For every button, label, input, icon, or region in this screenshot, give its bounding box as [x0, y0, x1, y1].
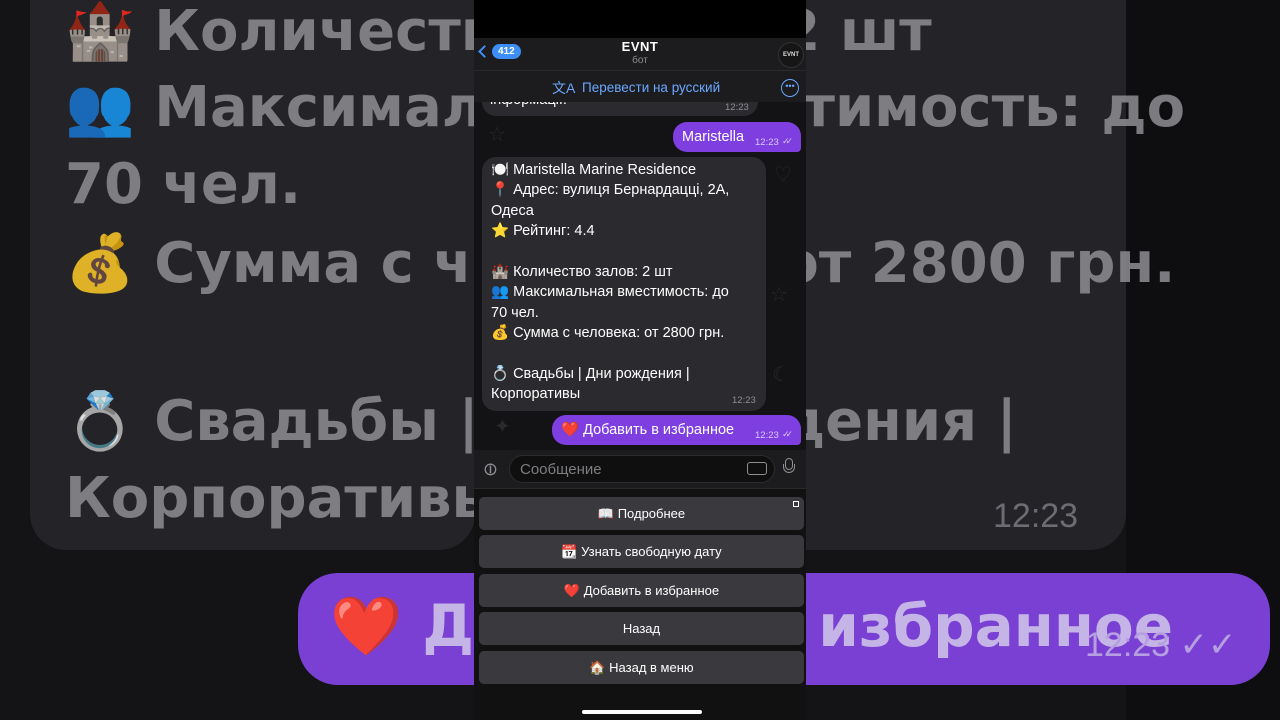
pattern-star-icon: ☆ — [488, 124, 506, 146]
bg-outgoing-time: 12:23 ✓✓ — [1085, 626, 1237, 664]
message-text: Maristella — [682, 129, 745, 145]
pattern-star-icon: ☆ — [770, 284, 788, 306]
message-time: 12:23 — [725, 102, 749, 113]
venue-rating: ⭐ Рейтинг: 4.4 — [491, 223, 595, 240]
venue-price: 💰 Сумма с человека: от 2800 грн. — [491, 325, 725, 342]
venue-halls: 🏰 Количество залов: 2 шт — [491, 263, 673, 280]
message-input-bar: ⊘ — [474, 450, 806, 488]
back-button-keyboard[interactable]: Назад — [479, 612, 804, 645]
pattern-heart-icon: ♡ — [774, 164, 792, 186]
venue-address-city: Одеса — [491, 202, 534, 219]
bot-reply-keyboard: 📖 Подробнее 📆 Узнать свободную дату ❤️ Д… — [474, 488, 806, 720]
chat-title: EVNT — [621, 39, 659, 54]
read-checkmarks-icon: ✓✓ — [782, 429, 793, 439]
bg-line-events-2: Корпоративы — [65, 466, 503, 531]
venue-capacity-value: 70 чел. — [491, 304, 539, 321]
translate-bar[interactable]: 文A Перевести на русский ••• — [474, 70, 806, 102]
phone-screen: 412 EVNT бот EVNT 文A Перевести на русски… — [474, 0, 806, 720]
home-indicator[interactable] — [582, 710, 702, 714]
pattern-star-icon: ✦ — [494, 416, 511, 438]
translate-label: Перевести на русский — [582, 80, 721, 95]
venue-events-2: Корпоративы — [491, 386, 581, 403]
add-favorite-button[interactable]: ❤️ Добавить в избранное — [479, 574, 804, 607]
venue-capacity: 👥 Максимальная вместимость: до — [491, 284, 729, 301]
venue-events: 💍 Свадьбы | Дни рождения | — [491, 365, 690, 382]
venue-name: 🍽️ Maristella Marine Residence — [491, 162, 697, 178]
chat-subtitle: бот — [632, 55, 648, 66]
bot-keyboard-icon[interactable] — [747, 462, 767, 475]
venue-info-body: 🍽️ Maristella Marine Residence 📍 Адрес: … — [491, 160, 729, 405]
message-text: інформації: — [490, 102, 567, 110]
message-time: 12:23 — [755, 430, 779, 441]
check-date-button[interactable]: 📆 Узнать свободную дату — [479, 535, 804, 568]
message-time: 12:23 — [732, 395, 756, 406]
paperclip-icon[interactable]: ⊘ — [478, 457, 504, 483]
message-input[interactable] — [509, 455, 775, 483]
venue-info-message: 🍽️ Maristella Marine Residence 📍 Адрес: … — [482, 157, 766, 411]
chat-title-block[interactable]: EVNT бот — [474, 39, 806, 66]
translate-icon: 文A — [552, 80, 576, 96]
message-text: ❤️ Добавить в избранное — [561, 422, 735, 438]
more-icon[interactable]: ••• — [781, 79, 799, 97]
details-button[interactable]: 📖 Подробнее — [479, 497, 804, 530]
message-time: 12:23 — [755, 137, 779, 148]
pattern-moon-icon: ☾ — [772, 364, 790, 386]
microphone-icon[interactable] — [783, 458, 795, 476]
bot-avatar[interactable]: EVNT — [778, 42, 804, 68]
chat-header: 412 EVNT бот EVNT — [474, 38, 806, 70]
outgoing-message-favorite: ❤️ Добавить в избранное 12:23 ✓✓ — [552, 415, 801, 445]
incoming-message-partial: інформації: 12:23 — [482, 102, 758, 116]
inline-corner-icon — [793, 501, 799, 507]
bg-time: 12:23 — [993, 497, 1079, 535]
back-to-menu-button[interactable]: 🏠 Назад в меню — [479, 651, 804, 684]
chat-area: ☆ ♡ ☆ ☾ ✦ інформації: 12:23 Maristella 1… — [474, 102, 806, 450]
outgoing-message: Maristella 12:23 ✓✓ — [673, 122, 801, 152]
bg-line-capacity-2: 70 чел. — [65, 152, 302, 217]
venue-address: 📍 Адрес: вулиця Бернардацці, 2А, — [491, 182, 730, 199]
read-checkmarks-icon: ✓✓ — [782, 136, 793, 146]
